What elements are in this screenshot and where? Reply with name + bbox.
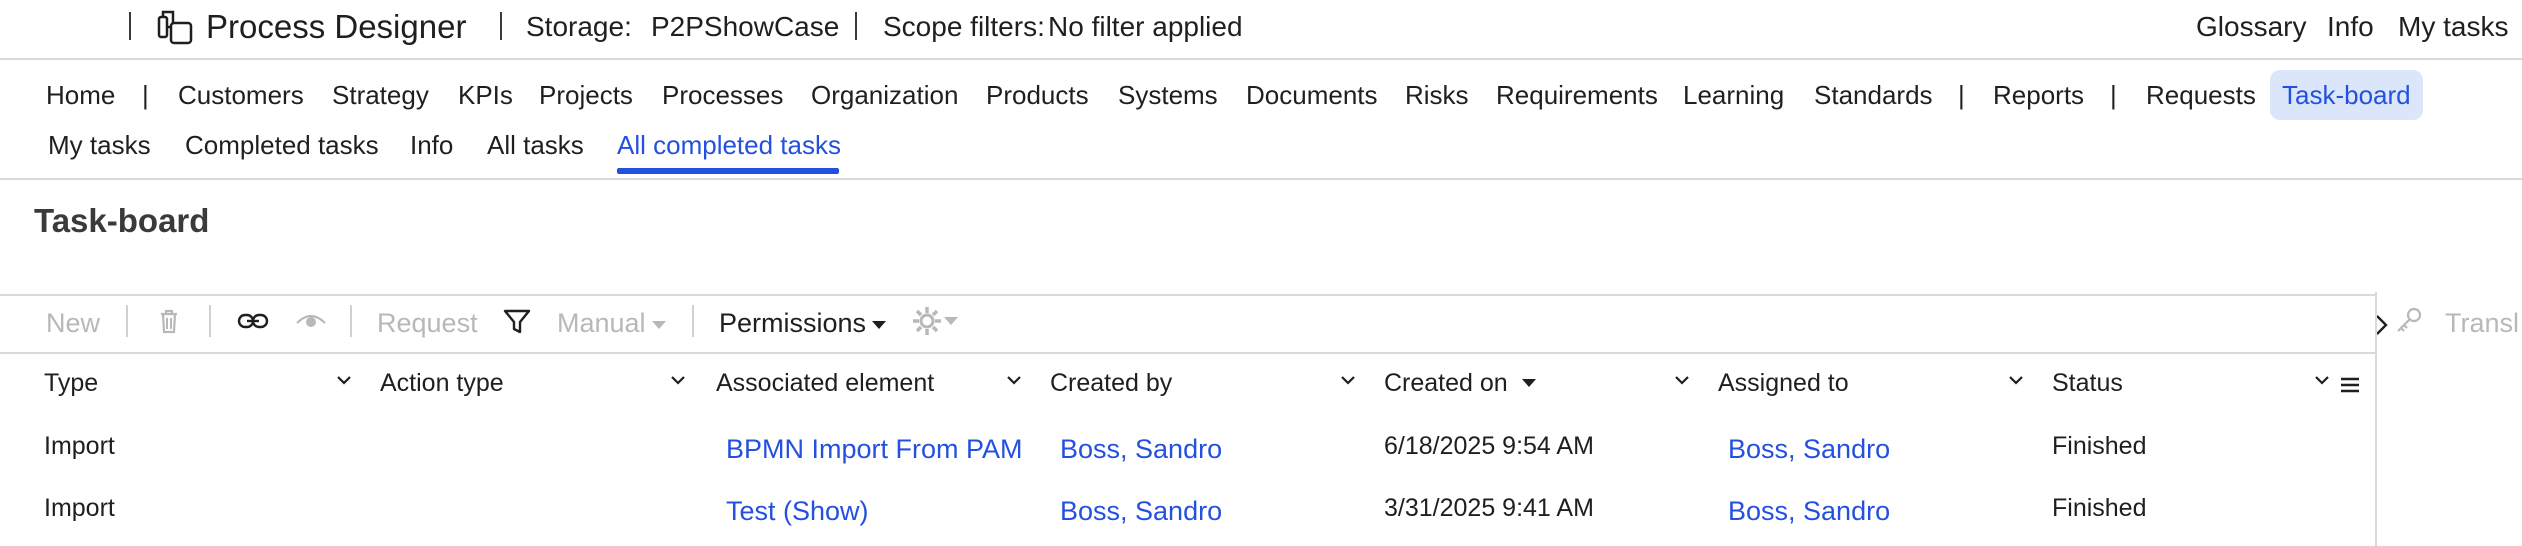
nav-task-board[interactable]: Task-board: [2270, 70, 2423, 120]
storage-value[interactable]: P2PShowCase: [651, 11, 839, 43]
nav-strategy[interactable]: Strategy: [332, 80, 429, 111]
manual-label: Manual: [557, 308, 646, 338]
cell-status: Finished: [2052, 494, 2147, 522]
manual-dropdown[interactable]: Manual: [557, 308, 666, 339]
process-designer-logo-icon: [157, 10, 193, 45]
column-header-assigned-to[interactable]: Assigned to: [1718, 369, 1849, 398]
cell-created-by-link[interactable]: Boss, Sandro: [1060, 496, 1222, 527]
chevron-down-icon[interactable]: [2006, 370, 2026, 390]
cell-created-on: 3/31/2025 9:41 AM: [1384, 494, 1594, 522]
request-button[interactable]: Request: [377, 308, 478, 339]
toolbar-separator: [692, 305, 694, 337]
nav-risks[interactable]: Risks: [1405, 80, 1469, 111]
chevron-down-icon: [651, 320, 666, 329]
toolbar-bottom-line: [0, 352, 2375, 354]
chevron-down-icon: [872, 320, 887, 329]
scope-filters-label: Scope filters:: [883, 11, 1045, 42]
active-tab-indicator: [617, 168, 839, 174]
column-header-created-on[interactable]: Created on: [1384, 369, 1508, 398]
chevron-down-icon[interactable]: [2312, 370, 2332, 390]
chevron-down-icon[interactable]: [1004, 370, 1024, 390]
header-divider-line: [0, 58, 2522, 60]
chevron-down-icon[interactable]: [1338, 370, 1358, 390]
nav-processes[interactable]: Processes: [662, 80, 783, 111]
nav-home[interactable]: Home: [46, 80, 115, 111]
tab-all-tasks[interactable]: All tasks: [487, 130, 584, 161]
gear-icon[interactable]: [910, 304, 944, 338]
cell-assigned-to-link[interactable]: Boss, Sandro: [1728, 434, 1890, 465]
toolbar-separator: [350, 305, 352, 337]
column-header-created-by[interactable]: Created by: [1050, 369, 1172, 398]
delete-icon[interactable]: [152, 304, 186, 338]
nav-documents[interactable]: Documents: [1246, 80, 1378, 111]
nav-customers[interactable]: Customers: [178, 80, 304, 111]
main-nav: Home | Customers Strategy KPIs Projects …: [0, 70, 2522, 120]
nav-learning[interactable]: Learning: [1683, 80, 1784, 111]
chevron-down-icon[interactable]: [1672, 370, 1692, 390]
tab-my-tasks[interactable]: My tasks: [48, 130, 151, 161]
scope-filters-value[interactable]: No filter applied: [1048, 11, 1243, 43]
storage-label: Storage:: [526, 11, 632, 42]
header-divider: [500, 12, 502, 40]
link-icon[interactable]: [236, 304, 270, 338]
cell-associated-element-link[interactable]: Test (Show): [726, 496, 869, 527]
cell-associated-element-link[interactable]: BPMN Import From PAM: [726, 434, 1023, 465]
chevron-down-icon[interactable]: [668, 370, 688, 390]
nav-separator: |: [1958, 80, 1965, 110]
tab-info[interactable]: Info: [410, 130, 453, 161]
watch-icon[interactable]: [294, 304, 328, 338]
app-title: Process Designer: [206, 8, 467, 45]
header-divider: [129, 12, 131, 40]
page-title: Task-board: [34, 202, 210, 239]
nav-organization[interactable]: Organization: [811, 80, 958, 111]
chevron-down-icon[interactable]: [334, 370, 354, 390]
column-header-status[interactable]: Status: [2052, 369, 2123, 398]
toolbar-top-line: [0, 294, 2375, 296]
nav-separator: |: [142, 80, 149, 110]
nav-reports[interactable]: Reports: [1993, 80, 2084, 111]
cell-type: Import: [44, 432, 115, 460]
nav-requests[interactable]: Requests: [2146, 80, 2256, 111]
nav-projects[interactable]: Projects: [539, 80, 633, 111]
nav-products[interactable]: Products: [986, 80, 1089, 111]
column-header-action-type[interactable]: Action type: [380, 369, 504, 398]
gear-chevron-down-icon[interactable]: [944, 317, 958, 325]
cell-created-on: 6/18/2025 9:54 AM: [1384, 432, 1594, 460]
column-header-associated-element[interactable]: Associated element: [716, 369, 934, 398]
header-divider: [855, 12, 857, 40]
sub-nav: My tasks Completed tasks Info All tasks …: [0, 122, 2522, 178]
cell-assigned-to-link[interactable]: Boss, Sandro: [1728, 496, 1890, 527]
new-button[interactable]: New: [46, 308, 100, 339]
toolbar-separator: [209, 305, 211, 337]
nav-kpis[interactable]: KPIs: [458, 80, 513, 111]
info-link[interactable]: Info: [2327, 11, 2374, 43]
column-header-type[interactable]: Type: [44, 369, 98, 398]
filter-icon[interactable]: [500, 304, 534, 338]
nav-divider-line: [0, 178, 2522, 180]
glossary-link[interactable]: Glossary: [2196, 11, 2306, 43]
nav-standards[interactable]: Standards: [1814, 80, 1933, 111]
sort-descending-icon[interactable]: [1522, 379, 1536, 387]
cell-type: Import: [44, 494, 115, 522]
my-tasks-link[interactable]: My tasks: [2398, 11, 2508, 43]
cell-created-by-link[interactable]: Boss, Sandro: [1060, 434, 1222, 465]
cell-status: Finished: [2052, 432, 2147, 460]
tab-completed-tasks[interactable]: Completed tasks: [185, 130, 379, 161]
nav-requirements[interactable]: Requirements: [1496, 80, 1658, 111]
translate-button[interactable]: Transl: [2445, 308, 2519, 339]
key-icon[interactable]: [2392, 304, 2426, 338]
nav-systems[interactable]: Systems: [1118, 80, 1218, 111]
permissions-dropdown[interactable]: Permissions: [719, 308, 887, 339]
toolbar-separator: [126, 305, 128, 337]
right-panel-border: [2375, 292, 2377, 546]
permissions-label: Permissions: [719, 308, 867, 338]
top-bar: Process Designer Storage: P2PShowCase Sc…: [0, 0, 2522, 56]
tab-all-completed-tasks[interactable]: All completed tasks: [617, 130, 841, 161]
column-menu-icon[interactable]: [2338, 373, 2362, 397]
nav-separator: |: [2110, 80, 2117, 110]
